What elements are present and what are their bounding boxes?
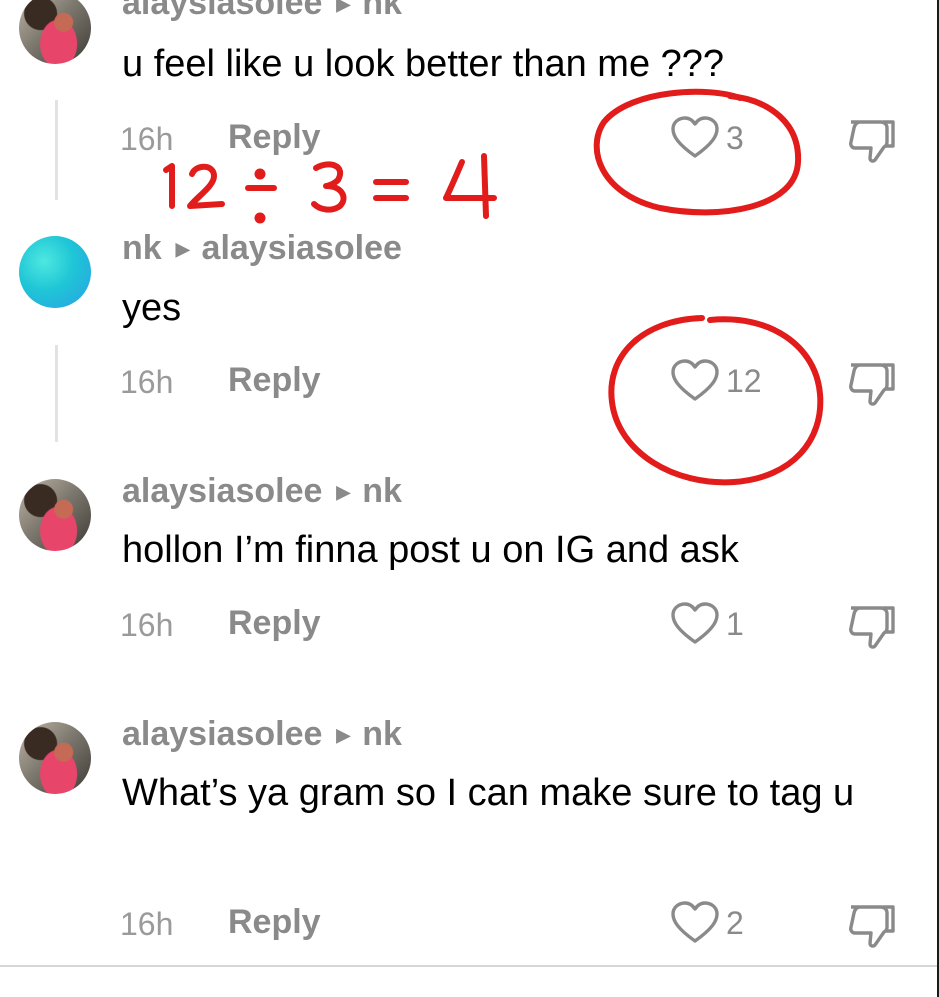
like-button[interactable]: 2 xyxy=(670,901,744,945)
author-name[interactable]: alaysiasolee xyxy=(122,715,322,753)
thumbs-down-icon[interactable] xyxy=(845,901,897,949)
reply-button[interactable]: Reply xyxy=(228,361,321,400)
thumbs-down-icon[interactable] xyxy=(845,359,897,407)
like-button[interactable]: 1 xyxy=(670,602,744,646)
comment-text: hollon I’m finna post u on IG and ask xyxy=(122,529,739,571)
comment-text: What’s ya gram so I can make sure to tag… xyxy=(122,772,855,814)
comment-header: nk ▶ alaysiasolee xyxy=(122,229,402,268)
comment-header: alaysiasolee ▶ nk xyxy=(122,0,402,23)
reply-to-name[interactable]: alaysiasolee xyxy=(202,229,402,267)
caret-right-icon: ▶ xyxy=(336,725,351,745)
avatar[interactable] xyxy=(19,479,91,551)
handwritten-equation xyxy=(163,153,497,224)
comment-text: yes xyxy=(122,287,182,329)
author-name[interactable]: alaysiasolee xyxy=(122,0,322,22)
timestamp: 16h xyxy=(120,364,174,400)
heart-outline-icon xyxy=(671,359,719,401)
comment-text: u feel like u look better than me ??? xyxy=(122,43,725,85)
avatar[interactable] xyxy=(19,722,91,794)
timestamp: 16h xyxy=(120,906,174,942)
like-count: 3 xyxy=(726,119,744,156)
like-count: 1 xyxy=(726,605,744,642)
thread-line xyxy=(55,100,58,200)
reply-button[interactable]: Reply xyxy=(228,118,321,157)
caret-right-icon: ▶ xyxy=(336,0,351,14)
avatar[interactable] xyxy=(19,236,91,308)
author-name[interactable]: alaysiasolee xyxy=(122,472,322,510)
avatar[interactable] xyxy=(19,0,91,64)
reply-button[interactable]: Reply xyxy=(228,604,321,643)
heart-outline-icon xyxy=(671,116,719,158)
bottom-bar xyxy=(0,965,939,997)
like-button[interactable]: 12 xyxy=(670,359,762,403)
like-button[interactable]: 3 xyxy=(670,116,744,160)
thread-line xyxy=(55,345,58,442)
like-count: 12 xyxy=(726,362,762,399)
reply-to-name[interactable]: nk xyxy=(362,0,402,22)
author-name[interactable]: nk xyxy=(122,229,162,267)
heart-outline-icon xyxy=(671,602,719,644)
reply-to-name[interactable]: nk xyxy=(362,472,402,510)
comment-header: alaysiasolee ▶ nk xyxy=(122,715,402,754)
like-count: 2 xyxy=(726,904,744,941)
caret-right-icon: ▶ xyxy=(336,482,351,502)
timestamp: 16h xyxy=(120,121,174,157)
reply-button[interactable]: Reply xyxy=(228,903,321,942)
timestamp: 16h xyxy=(120,607,174,643)
thumbs-down-icon[interactable] xyxy=(845,116,897,164)
comment-header: alaysiasolee ▶ nk xyxy=(122,472,402,511)
thumbs-down-icon[interactable] xyxy=(845,602,897,650)
heart-outline-icon xyxy=(671,901,719,943)
reply-to-name[interactable]: nk xyxy=(362,715,402,753)
caret-right-icon: ▶ xyxy=(175,239,190,259)
